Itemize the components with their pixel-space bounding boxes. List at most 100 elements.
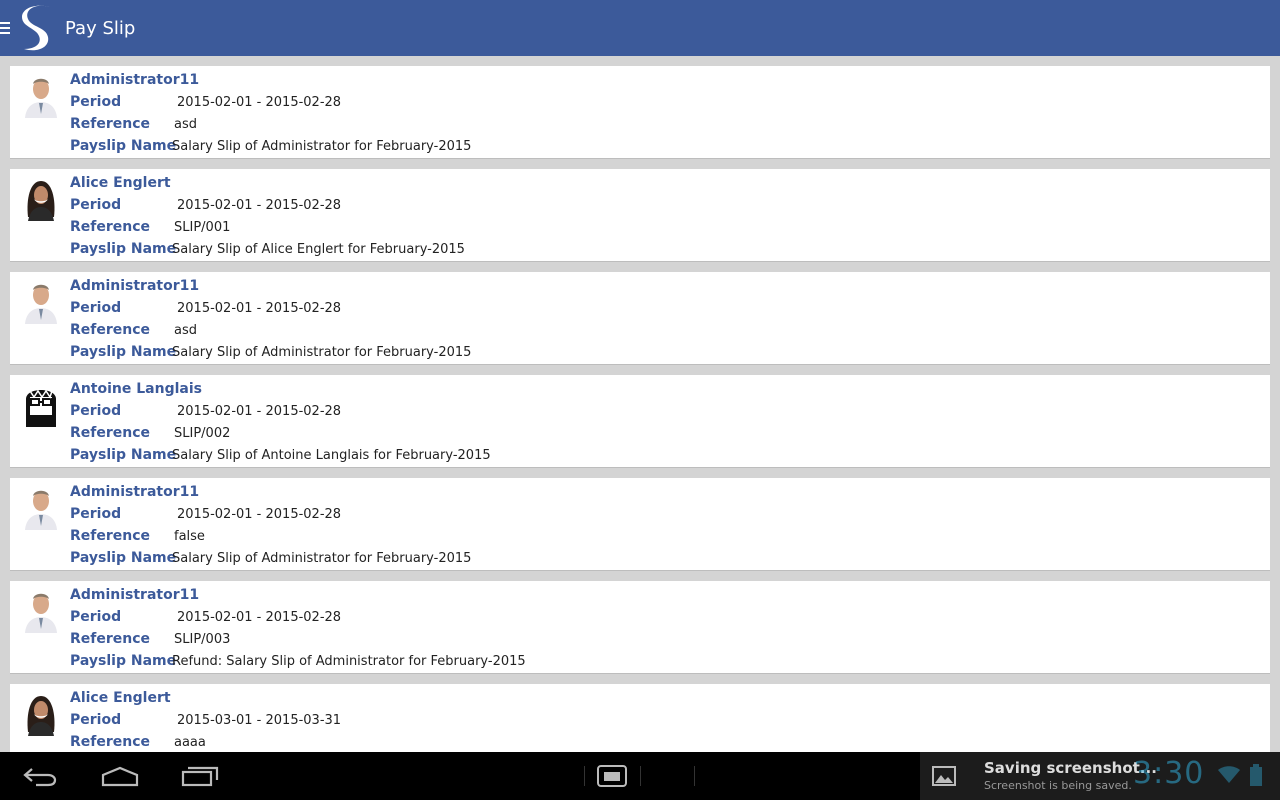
man-avatar-icon [22, 280, 60, 324]
recent-apps-icon[interactable] [176, 762, 224, 790]
reference-row: Reference asd [70, 116, 197, 132]
battery-icon [1250, 764, 1262, 790]
reference-value: false [174, 529, 205, 544]
menu-button[interactable] [0, 0, 12, 56]
man-avatar-icon [22, 486, 60, 530]
woman-avatar-icon [22, 177, 60, 221]
payslip-name-row: Payslip Name Refund: Salary Slip of Admin… [70, 653, 526, 669]
wifi-icon [1218, 766, 1240, 788]
period-row: Period 2015-02-01 - 2015-02-28 [70, 197, 341, 213]
hamburger-icon [0, 22, 10, 34]
payslip-name-value: Salary Slip of Administrator for Februar… [172, 139, 472, 154]
reference-value: SLIP/003 [174, 632, 231, 647]
period-label: Period [70, 197, 122, 213]
payslip-name-row: Payslip Name Salary Slip of Alice Englert… [70, 241, 465, 257]
reference-label: Reference [70, 734, 151, 750]
period-row: Period 2015-03-01 - 2015-03-31 [70, 712, 341, 728]
period-value: 2015-02-01 - 2015-02-28 [177, 610, 342, 625]
period-label: Period [70, 712, 122, 728]
period-value: 2015-02-01 - 2015-02-28 [177, 301, 342, 316]
reference-label: Reference [70, 528, 151, 544]
payslip-card[interactable]: Alice Englert Period 2015-03-01 - 2015-03… [10, 684, 1270, 752]
payslip-name-value: Salary Slip of Administrator for Februar… [172, 551, 472, 566]
payslip-name-row: Payslip Name Salary Slip of Administrator… [70, 344, 471, 360]
employee-name: Alice Englert [70, 175, 171, 191]
man-avatar-icon [22, 589, 60, 633]
reference-label: Reference [70, 116, 151, 132]
period-label: Period [70, 94, 122, 110]
period-row: Period 2015-02-01 - 2015-02-28 [70, 403, 341, 419]
employee-name: Alice Englert [70, 690, 171, 706]
payslip-name-label: Payslip Name [70, 653, 177, 669]
notification-area[interactable]: Saving screenshot... Screenshot is being… [920, 752, 1280, 800]
divider [694, 766, 695, 786]
reference-row: Reference SLIP/003 [70, 631, 230, 647]
clock: 3:30 [1133, 756, 1205, 791]
reference-value: asd [174, 323, 197, 338]
period-row: Period 2015-02-01 - 2015-02-28 [70, 300, 341, 316]
divider [584, 766, 585, 786]
reference-label: Reference [70, 219, 151, 235]
divider [640, 766, 641, 786]
screenshot-icon[interactable] [588, 762, 636, 790]
payslip-list[interactable]: Administrator11 Period 2015-02-01 - 2015-… [0, 56, 1280, 752]
payslip-name-label: Payslip Name [70, 550, 177, 566]
cartoon-avatar-icon [22, 383, 60, 427]
woman-avatar-icon [22, 692, 60, 736]
payslip-name-label: Payslip Name [70, 138, 177, 154]
period-value: 2015-02-01 - 2015-02-28 [177, 95, 342, 110]
payslip-name-label: Payslip Name [70, 344, 177, 360]
reference-row: Reference false [70, 528, 205, 544]
payslip-name-row: Payslip Name Salary Slip of Administrator… [70, 138, 471, 154]
reference-value: asd [174, 117, 197, 132]
payslip-name-value: Salary Slip of Alice Englert for Februar… [172, 242, 465, 257]
notification-subtitle: Screenshot is being saved. [984, 779, 1132, 792]
payslip-card[interactable]: Antoine Langlais Period 2015-02-01 - 2015… [10, 375, 1270, 468]
system-bar: Saving screenshot... Screenshot is being… [0, 752, 1280, 800]
employee-name: Administrator11 [70, 587, 200, 603]
period-label: Period [70, 609, 122, 625]
period-label: Period [70, 300, 122, 316]
page-title: Pay Slip [65, 17, 136, 39]
reference-row: Reference SLIP/002 [70, 425, 230, 441]
payslip-card[interactable]: Alice Englert Period 2015-02-01 - 2015-02… [10, 169, 1270, 262]
payslip-card[interactable]: Administrator11 Period 2015-02-01 - 2015-… [10, 66, 1270, 159]
period-value: 2015-02-01 - 2015-02-28 [177, 198, 342, 213]
action-bar: Pay Slip [0, 0, 1280, 56]
reference-row: Reference aaaa [70, 734, 206, 750]
payslip-card[interactable]: Administrator11 Period 2015-02-01 - 2015-… [10, 581, 1270, 674]
reference-label: Reference [70, 631, 151, 647]
payslip-card[interactable]: Administrator11 Period 2015-02-01 - 2015-… [10, 478, 1270, 571]
employee-name: Administrator11 [70, 72, 200, 88]
picture-icon [932, 766, 956, 790]
period-value: 2015-02-01 - 2015-02-28 [177, 507, 342, 522]
employee-name: Antoine Langlais [70, 381, 202, 397]
employee-name: Administrator11 [70, 484, 200, 500]
period-row: Period 2015-02-01 - 2015-02-28 [70, 609, 341, 625]
reference-value: aaaa [174, 735, 206, 750]
payslip-name-label: Payslip Name [70, 241, 177, 257]
payslip-name-label: Payslip Name [70, 447, 177, 463]
man-avatar-icon [22, 74, 60, 118]
payslip-name-value: Refund: Salary Slip of Administrator for… [172, 654, 526, 669]
reference-label: Reference [70, 322, 151, 338]
reference-row: Reference asd [70, 322, 197, 338]
employee-name: Administrator11 [70, 278, 200, 294]
reference-value: SLIP/002 [174, 426, 231, 441]
period-label: Period [70, 403, 122, 419]
period-row: Period 2015-02-01 - 2015-02-28 [70, 94, 341, 110]
period-value: 2015-02-01 - 2015-02-28 [177, 404, 342, 419]
payslip-name-value: Salary Slip of Antoine Langlais for Febr… [172, 448, 491, 463]
s-logo-icon[interactable] [18, 0, 58, 56]
reference-label: Reference [70, 425, 151, 441]
reference-row: Reference SLIP/001 [70, 219, 230, 235]
period-row: Period 2015-02-01 - 2015-02-28 [70, 506, 341, 522]
period-label: Period [70, 506, 122, 522]
home-icon[interactable] [96, 762, 144, 790]
notification-title: Saving screenshot... [984, 759, 1157, 777]
reference-value: SLIP/001 [174, 220, 231, 235]
payslip-card[interactable]: Administrator11 Period 2015-02-01 - 2015-… [10, 272, 1270, 365]
payslip-name-row: Payslip Name Salary Slip of Administrator… [70, 550, 471, 566]
back-icon[interactable] [16, 762, 64, 790]
period-value: 2015-03-01 - 2015-03-31 [177, 713, 342, 728]
